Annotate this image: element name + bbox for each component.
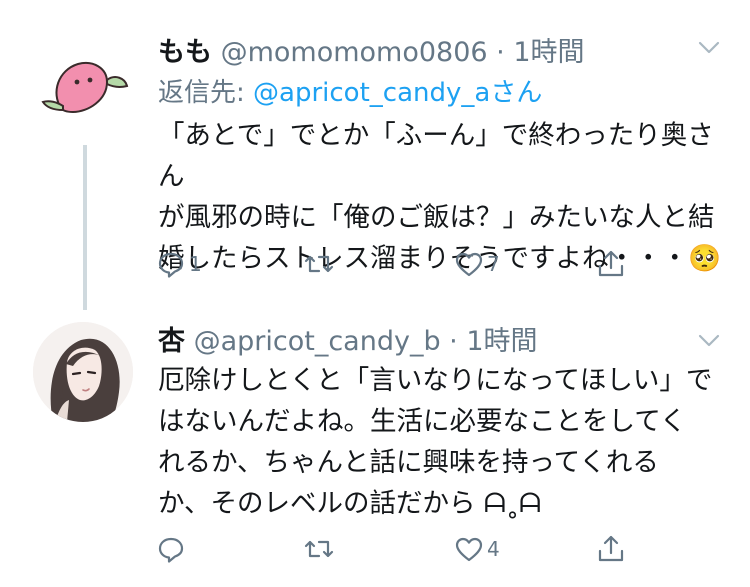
timestamp[interactable]: 1時間 [513,37,584,68]
reply-to-label: 返信先: [158,78,254,108]
timestamp[interactable]: 1時間 [466,326,537,357]
peach-icon [33,38,133,138]
separator: · [487,37,514,68]
display-name[interactable]: 杏 [158,326,185,357]
display-name[interactable]: もも [158,37,212,68]
tweet-2[interactable]: 杏 @apricot_candy_b · 1時間 厄除けしとくと「言いなりになっ… [0,305,750,587]
tweet-header: 杏 @apricot_candy_b · 1時間 [158,319,538,358]
reply-button[interactable] [155,531,189,567]
like-count: 7 [487,252,500,276]
tweet-text: 厄除けしとくと「言いなりになってほしい」で はないんだよね。生活に必要なことをし… [158,365,713,519]
reply-icon [158,537,184,563]
reply-count: 1 [189,252,202,276]
mention-link[interactable]: @apricot_candy_a [253,78,490,108]
like-button[interactable]: 7 [453,246,500,282]
reply-button[interactable]: 1 [155,246,202,282]
retweet-icon [304,255,334,273]
share-icon [598,535,624,562]
reply-icon [158,252,184,278]
user-handle[interactable]: @momomomo0806 [221,37,488,68]
user-handle[interactable]: @apricot_candy_b [194,326,441,357]
retweet-button[interactable] [303,531,337,567]
like-count: 4 [487,537,500,561]
share-icon [598,250,624,277]
like-button[interactable]: 4 [453,531,500,567]
avatar[interactable] [33,322,133,422]
separator: · [440,326,467,357]
tweet-1[interactable]: もも @momomomo0806 · 1時間 返信先: @apricot_can… [0,0,750,310]
mention-suffix: さん [490,78,543,108]
share-button[interactable] [595,246,627,282]
avatar[interactable] [33,38,133,138]
heart-icon [455,537,483,562]
tweet-actions: 4 [155,531,635,567]
thread-line [83,145,87,310]
tweet-header: もも @momomomo0806 · 1時間 [158,30,585,69]
retweet-button[interactable] [303,246,337,282]
heart-icon [455,252,483,277]
chevron-down-icon[interactable] [696,34,722,60]
retweet-icon [304,540,334,558]
anime-girl-avatar [33,322,133,422]
tweet-actions: 1 7 [155,246,635,282]
share-button[interactable] [595,531,627,567]
chevron-down-icon[interactable] [696,327,722,353]
reply-to-line: 返信先: @apricot_candy_aさん [158,72,542,109]
